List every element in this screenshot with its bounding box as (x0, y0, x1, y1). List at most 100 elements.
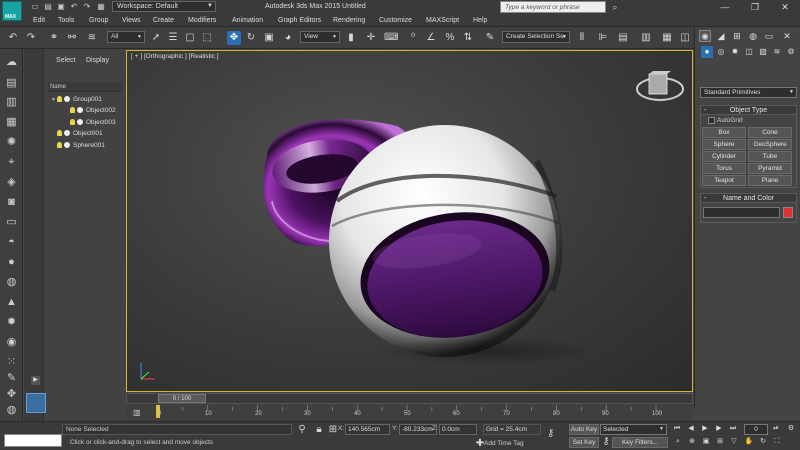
undo-icon[interactable]: ↶ (6, 31, 20, 45)
auto-key-button[interactable]: Auto Key (569, 424, 599, 435)
light-bulb-icon[interactable] (57, 130, 62, 137)
maxscript-listener-box[interactable] (4, 434, 62, 447)
menu-edit[interactable]: Edit (33, 15, 45, 26)
sun-icon[interactable]: ✹ (4, 315, 19, 330)
isolate-selection-icon[interactable]: ⚲ (295, 423, 309, 437)
select-and-place-icon[interactable]: ◕ (281, 31, 295, 45)
select-by-name-icon[interactable]: ☰ (166, 31, 180, 45)
modify-tab-icon[interactable]: ◢ (715, 30, 727, 42)
redo-icon[interactable]: ↷ (82, 2, 92, 12)
menu-customize[interactable]: Customize (379, 15, 412, 26)
ribbon-toggle-icon[interactable]: ☁ (4, 55, 19, 70)
create-tab-icon[interactable]: ✺ (699, 30, 711, 42)
set-keys-icon[interactable]: ⚷ (599, 435, 613, 449)
name-column-header[interactable]: Name (48, 82, 122, 92)
tree-item-object001[interactable]: Object001 (57, 129, 103, 139)
box-button[interactable]: Box (702, 127, 746, 138)
light-bulb-icon[interactable] (70, 119, 75, 126)
layers-icon[interactable]: ▥ (4, 95, 19, 110)
torus-icon[interactable]: ◍ (4, 275, 19, 290)
time-slider-thumb[interactable]: 0 / 100 (158, 394, 206, 403)
tree-item-group001[interactable]: ▼ Group001 (51, 95, 102, 105)
dome-icon[interactable]: ◓ (4, 235, 19, 250)
cone-icon[interactable]: ▲ (4, 295, 19, 310)
manipulate-icon[interactable]: ✛ (364, 31, 378, 45)
light-bulb-icon[interactable] (57, 96, 62, 103)
pivot-center-icon[interactable]: ▮ (344, 31, 358, 45)
selection-filter-select[interactable]: All ▼ (107, 31, 145, 43)
named-selection-select[interactable]: Create Selection Se ▼ (502, 31, 570, 43)
name-and-color-rollout[interactable]: - Name and Color (700, 193, 797, 203)
plane-button[interactable]: Plane (748, 175, 792, 186)
previous-frame-icon[interactable]: ◀ (686, 424, 696, 434)
select-and-scale-icon[interactable]: ▣ (262, 31, 276, 45)
camera-icon[interactable]: ⌖ (4, 155, 19, 170)
keyboard-shortcut-override-icon[interactable]: ⌨ (384, 31, 398, 45)
bind-space-warp-icon[interactable]: ≋ (85, 31, 99, 45)
zoom-all-icon[interactable]: ⊕ (687, 437, 697, 447)
menu-tools[interactable]: Tools (58, 15, 74, 26)
redo-icon[interactable]: ↷ (24, 31, 38, 45)
add-time-tag-button[interactable]: Add Time Tag (484, 440, 524, 447)
layer-explorer-icon[interactable]: ▥ (639, 31, 653, 45)
maximize-viewport-icon[interactable]: ⛶ (772, 437, 782, 447)
select-and-rotate-icon[interactable]: ↻ (244, 31, 258, 45)
percent-snap-icon[interactable]: % (443, 31, 457, 45)
schematic-view-icon[interactable]: ◫ (678, 31, 692, 45)
box-icon[interactable]: ▭ (4, 215, 19, 230)
helper-icon[interactable]: ◈ (4, 175, 19, 190)
scene-explorer-icon[interactable]: ▤ (616, 31, 630, 45)
object-type-rollout[interactable]: - Object Type (700, 105, 797, 115)
sphere-button[interactable]: Sphere (702, 139, 746, 150)
bones-icon[interactable]: ✎ (4, 371, 19, 386)
zoom-extents-icon[interactable]: ▣ (701, 437, 711, 447)
time-configuration-icon[interactable]: ⚙ (786, 424, 796, 434)
go-to-end-icon[interactable]: ⏭ (728, 424, 738, 434)
lights-icon[interactable]: ✹ (729, 46, 741, 58)
trackbar-filter-icon[interactable]: ▥ (133, 408, 143, 418)
menu-views[interactable]: Views (122, 15, 141, 26)
pan-icon[interactable]: ✋ (744, 437, 754, 447)
system-icon[interactable]: ✥ (4, 387, 19, 402)
zoom-icon[interactable]: ⌕ (673, 437, 683, 447)
orbit-icon[interactable]: ↻ (758, 437, 768, 447)
omni-light-icon[interactable]: ◉ (4, 335, 19, 350)
angle-snap-icon[interactable]: ∠ (424, 31, 438, 45)
cone-button[interactable]: Cone (748, 127, 792, 138)
layer-toggle-button[interactable] (26, 393, 46, 413)
motion-tab-icon[interactable]: ◍ (747, 30, 759, 42)
undo-icon[interactable]: ↶ (69, 2, 79, 12)
globe-icon[interactable]: ◍ (4, 403, 19, 418)
menu-rendering[interactable]: Rendering (333, 15, 365, 26)
sphere-icon[interactable]: ● (4, 255, 19, 270)
rectangular-selection-icon[interactable]: ▢ (183, 31, 197, 45)
utilities-tab-icon[interactable]: ✕ (781, 30, 793, 42)
z-coordinate-field[interactable]: 0.0cm (439, 424, 477, 435)
geometry-icon[interactable]: ● (701, 46, 713, 58)
particles-icon[interactable]: ⁙ (4, 355, 19, 370)
new-icon[interactable]: ▭ (30, 2, 40, 12)
spinner-snap-icon[interactable]: ⇅ (461, 31, 475, 45)
curve-editor-icon[interactable]: ▦ (660, 31, 674, 45)
key-mode-select[interactable]: Selected ▼ (600, 424, 667, 435)
set-key-button[interactable]: Set Key (569, 437, 599, 448)
menu-graph-editors[interactable]: Graph Editors (278, 15, 321, 26)
cameras-icon[interactable]: ◫ (743, 46, 755, 58)
tab-select[interactable]: Select (56, 57, 75, 64)
current-frame-field[interactable]: 0 (744, 424, 768, 435)
binoculars-icon[interactable]: ⌕ (609, 1, 621, 13)
autogrid-checkbox[interactable] (708, 117, 715, 124)
tab-display[interactable]: Display (86, 57, 109, 64)
minimize-button[interactable]: — (710, 0, 740, 14)
teapot-button[interactable]: Teapot (702, 175, 746, 186)
cylinder-button[interactable]: Cylinder (702, 151, 746, 162)
workspace-select[interactable]: Workspace: Default ▼ (112, 1, 216, 12)
menu-maxscript[interactable]: MAXScript (426, 15, 459, 26)
play-icon[interactable]: ▶ (700, 424, 710, 434)
menu-help[interactable]: Help (473, 15, 487, 26)
snaps-toggle-icon[interactable]: ⁰ (406, 31, 420, 45)
menu-animation[interactable]: Animation (232, 15, 263, 26)
key-icon[interactable]: ⚷ (547, 428, 565, 440)
shapes-icon[interactable]: ◎ (715, 46, 727, 58)
link-icon[interactable]: ⚭ (47, 31, 61, 45)
